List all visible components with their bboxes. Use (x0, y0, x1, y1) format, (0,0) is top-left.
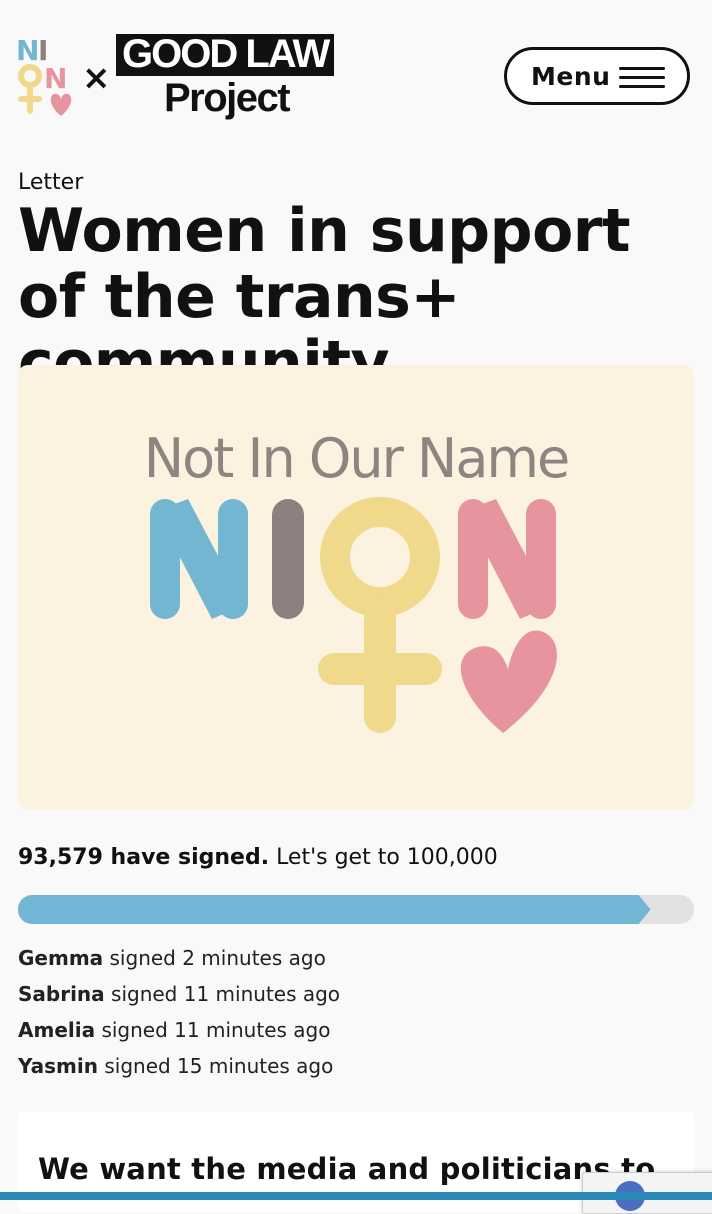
hamburger-icon (619, 67, 665, 88)
partner-separator: × (82, 58, 111, 98)
letter-i-grey (272, 499, 304, 619)
signer-time: signed 15 minutes ago (104, 1054, 334, 1078)
letter-heading: We want the media and politicians to (38, 1152, 656, 1186)
nion-logo[interactable]: N I N (16, 32, 76, 124)
letter-o-venus-yellow (318, 497, 442, 733)
signer-name: Yasmin (18, 1054, 98, 1078)
good-law-project-logo[interactable]: GOOD LAW Project (116, 34, 335, 120)
menu-button[interactable]: Menu (504, 47, 690, 105)
svg-text:N: N (16, 34, 39, 67)
signer-time: signed 11 minutes ago (111, 982, 341, 1006)
logo-text-bottom: Project (164, 76, 291, 120)
signature-count: 93,579 have signed. Let's get to 100,000 (18, 845, 498, 870)
list-item: Gemma signed 2 minutes ago (18, 940, 340, 976)
signature-goal: Let's get to 100,000 (276, 845, 498, 870)
svg-text:N: N (44, 62, 67, 95)
recent-signers-list: Gemma signed 2 minutes ago Sabrina signe… (18, 940, 340, 1084)
signer-time: signed 2 minutes ago (109, 946, 326, 970)
logo-text-top: GOOD LAW (116, 34, 335, 76)
hero-image: Not In Our Name (18, 365, 694, 810)
list-item: Amelia signed 11 minutes ago (18, 1012, 340, 1048)
signer-name: Amelia (18, 1018, 96, 1042)
signer-time: signed 11 minutes ago (101, 1018, 331, 1042)
bottom-accent-bar (0, 1192, 712, 1200)
heart-shape (460, 630, 557, 733)
page-eyebrow: Letter (18, 170, 84, 195)
letter-n-pink (458, 499, 556, 619)
progress-fill (18, 895, 651, 924)
signature-progress-bar (18, 895, 694, 924)
site-header: N I N × GOOD LAW Project Menu (0, 0, 712, 140)
signer-name: Gemma (18, 946, 104, 970)
list-item: Sabrina signed 11 minutes ago (18, 976, 340, 1012)
signature-count-bold: 93,579 have signed. (18, 845, 270, 870)
nion-large-logo (150, 497, 557, 733)
signer-name: Sabrina (18, 982, 105, 1006)
list-item: Yasmin signed 15 minutes ago (18, 1048, 340, 1084)
letter-n-blue (150, 499, 248, 619)
menu-label: Menu (531, 61, 611, 91)
